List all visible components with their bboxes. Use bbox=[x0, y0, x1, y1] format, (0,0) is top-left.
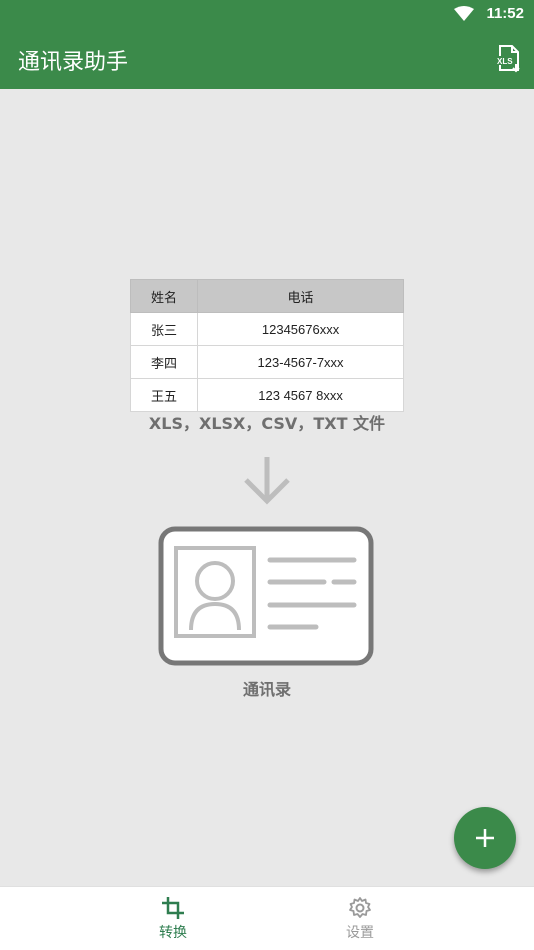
app-title: 通讯录助手 bbox=[18, 50, 129, 75]
crop-icon bbox=[162, 897, 184, 919]
gear-icon bbox=[349, 897, 371, 918]
nav-settings-label: 设置 bbox=[346, 925, 374, 941]
sample-contacts-table: 姓名 电话 张三 12345676xxx 李四 123-4567-7xxx 王五… bbox=[129, 279, 404, 412]
contact-card-icon bbox=[158, 526, 374, 666]
table-row: 张三 12345676xxx bbox=[129, 312, 404, 346]
status-time: 11:52 bbox=[486, 5, 524, 22]
file-types-caption: XLS，XLSX，CSV，TXT 文件 bbox=[148, 414, 386, 433]
table-cell-phone: 123-4567-7xxx bbox=[197, 345, 404, 379]
table-cell-name: 张三 bbox=[129, 312, 199, 346]
add-button[interactable] bbox=[454, 807, 516, 869]
xls-file-icon[interactable]: XLS bbox=[492, 42, 524, 74]
header-name: 姓名 bbox=[129, 279, 199, 313]
nav-convert[interactable]: 转换 bbox=[113, 887, 233, 950]
table-row: 王五 123 4567 8xxx bbox=[129, 378, 404, 412]
table-cell-phone: 123 4567 8xxx bbox=[197, 378, 404, 412]
table-cell-phone: 12345676xxx bbox=[197, 312, 404, 346]
contacts-caption: 通讯录 bbox=[242, 680, 291, 699]
bottom-navigation: 转换 设置 bbox=[0, 886, 534, 950]
status-bar: 11:52 bbox=[0, 0, 534, 28]
header-phone: 电话 bbox=[197, 279, 404, 313]
table-row: 李四 123-4567-7xxx bbox=[129, 345, 404, 379]
app-bar: 通讯录助手 XLS bbox=[0, 28, 534, 89]
wifi-icon bbox=[454, 6, 474, 21]
arrow-down-icon bbox=[244, 457, 290, 505]
svg-text:XLS: XLS bbox=[497, 57, 513, 66]
table-cell-name: 王五 bbox=[129, 378, 199, 412]
table-cell-name: 李四 bbox=[129, 345, 199, 379]
plus-icon bbox=[476, 829, 494, 847]
main-content: 姓名 电话 张三 12345676xxx 李四 123-4567-7xxx 王五… bbox=[0, 89, 534, 886]
table-header-row: 姓名 电话 bbox=[129, 279, 404, 313]
nav-settings[interactable]: 设置 bbox=[300, 887, 420, 950]
nav-convert-label: 转换 bbox=[159, 925, 187, 941]
